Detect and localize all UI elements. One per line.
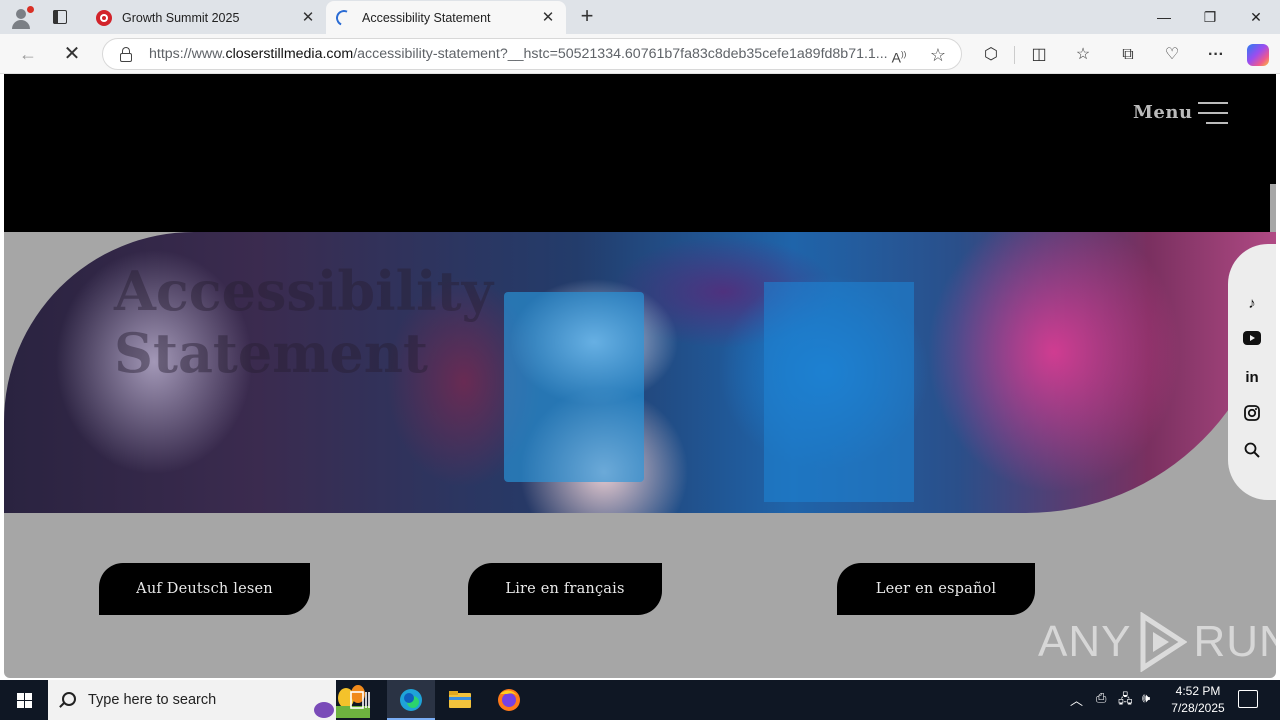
back-arrow-icon[interactable]: ←	[16, 42, 40, 66]
notifications-icon[interactable]	[1238, 690, 1258, 708]
hero-photo-booth	[764, 282, 914, 502]
site-header: Menu	[4, 74, 1276, 232]
stop-loading-icon[interactable]: ✕	[60, 42, 84, 66]
split-screen-icon[interactable]: ◫	[1028, 44, 1050, 66]
taskbar-clock[interactable]: 4:52 PM 7/28/2025	[1166, 683, 1230, 717]
tab-growth-summit[interactable]: Growth Summit 2025 ✕	[86, 1, 326, 34]
url-text[interactable]: https://www.closerstillmedia.com/accessi…	[149, 46, 888, 62]
more-options-icon[interactable]: ···	[1205, 44, 1227, 66]
favorite-star-icon[interactable]: ☆	[928, 45, 948, 65]
linkedin-icon[interactable]: in	[1242, 368, 1262, 388]
search-placeholder: Type here to search	[88, 692, 217, 708]
edge-taskbar-icon[interactable]	[387, 680, 435, 720]
close-tab-icon[interactable]: ✕	[298, 8, 318, 28]
search-icon	[62, 692, 76, 706]
page-viewport: Menu Accessibility Statement ♪ in Auf De…	[4, 74, 1276, 678]
volume-icon[interactable]: 🕪	[1142, 690, 1150, 706]
file-explorer-icon[interactable]	[436, 680, 484, 720]
lock-icon[interactable]	[119, 47, 133, 62]
instagram-icon[interactable]	[1242, 405, 1262, 425]
read-in-french-button[interactable]: Lire en français	[468, 563, 662, 615]
browser-essentials-icon[interactable]: ♡	[1161, 44, 1183, 66]
network-icon[interactable]: 🖧	[1118, 690, 1133, 712]
firefox-icon[interactable]	[485, 680, 533, 720]
anyrun-watermark: ANY RUN	[1038, 612, 1276, 672]
extensions-icon[interactable]: ⬡	[980, 44, 1002, 66]
clock-time: 4:52 PM	[1175, 684, 1221, 698]
taskbar-search-box[interactable]: Type here to search	[48, 680, 370, 720]
hamburger-menu-icon[interactable]	[1198, 102, 1230, 126]
restore-icon[interactable]: ❐	[1187, 0, 1233, 34]
toolbar-divider	[1014, 46, 1015, 64]
tiktok-icon[interactable]: ♪	[1242, 294, 1262, 314]
new-tab-button[interactable]: +	[576, 5, 598, 28]
collections-icon[interactable]: ⧉	[1117, 44, 1139, 66]
device-icon[interactable]: ⎙	[1096, 690, 1106, 706]
loading-spinner-icon	[333, 7, 355, 28]
close-tab-icon[interactable]: ✕	[538, 8, 558, 28]
browser-toolbar: ← ✕ https://www.closerstillmedia.com/acc…	[0, 34, 1280, 74]
read-aloud-icon[interactable]: A))	[889, 45, 909, 66]
tab-title: Accessibility Statement	[362, 10, 491, 25]
read-in-spanish-button[interactable]: Leer en español	[837, 563, 1035, 615]
red-circle-icon	[96, 9, 112, 26]
menu-label[interactable]: Menu	[1133, 102, 1193, 123]
search-icon[interactable]	[1242, 442, 1262, 462]
close-window-icon[interactable]: ✕	[1233, 0, 1279, 34]
page-title: Accessibility Statement	[114, 259, 493, 385]
profile-avatar-icon[interactable]	[8, 5, 34, 29]
social-sidebar: ♪ in	[1228, 244, 1276, 500]
youtube-icon[interactable]	[1242, 331, 1262, 351]
read-in-german-button[interactable]: Auf Deutsch lesen	[99, 563, 310, 615]
clock-date: 7/28/2025	[1171, 701, 1225, 715]
scrollbar-track[interactable]	[1270, 184, 1276, 232]
favorites-icon[interactable]: ☆	[1072, 44, 1094, 66]
tab-accessibility-statement[interactable]: Accessibility Statement ✕	[326, 1, 566, 34]
tab-title: Growth Summit 2025	[122, 10, 240, 25]
address-bar[interactable]: https://www.closerstillmedia.com/accessi…	[102, 38, 962, 70]
hero-banner: Accessibility Statement	[4, 232, 1276, 513]
task-view-icon[interactable]	[336, 680, 384, 720]
windows-taskbar: Type here to search ︿ ⎙ 🖧 🕪 4:52 PM 7/28…	[0, 680, 1280, 720]
show-hidden-icons-chevron-icon[interactable]: ︿	[1070, 690, 1083, 709]
copilot-icon[interactable]	[1247, 44, 1269, 66]
minimize-icon[interactable]: —	[1141, 0, 1187, 34]
browser-tab-bar: Growth Summit 2025 ✕ Accessibility State…	[0, 0, 1280, 34]
hero-photo-booth	[504, 292, 644, 482]
tab-actions-icon[interactable]	[50, 7, 70, 27]
windows-start-icon[interactable]	[0, 680, 48, 720]
